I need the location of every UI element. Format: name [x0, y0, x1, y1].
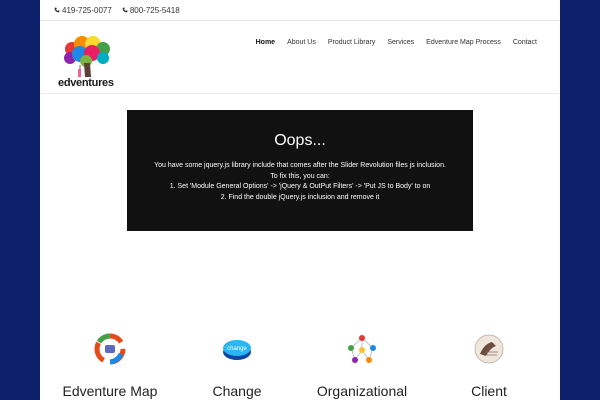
error-message: You have some jquery.js library include …	[127, 161, 473, 203]
logo-wordmark: edventures	[58, 77, 114, 89]
phone-link-2[interactable]: 800-725-5418	[122, 6, 180, 15]
page-container: 419-725-0077 800-725-5418 edventures Hom…	[40, 0, 560, 400]
testimonial-ball-icon	[474, 334, 504, 364]
nav-services[interactable]: Services	[381, 39, 420, 46]
feature-label: Change	[212, 383, 262, 399]
change-button-icon: change	[223, 340, 251, 360]
slider-error-box: Oops... You have some jquery.js library …	[127, 110, 473, 231]
error-line-1: You have some jquery.js library include …	[154, 162, 446, 169]
feature-client[interactable]: Client	[424, 332, 554, 399]
feature-label: Edventure Map	[62, 383, 158, 399]
phone-icon	[122, 7, 128, 13]
feature-organizational[interactable]: Organizational	[297, 332, 427, 399]
feature-edventure-map[interactable]: Edventure Map	[45, 332, 175, 399]
error-line-2: To fix this, you can:	[270, 172, 330, 180]
nav-home[interactable]: Home	[250, 39, 281, 46]
feature-label: Organizational	[316, 383, 408, 399]
phone-link-1[interactable]: 419-725-0077	[54, 6, 112, 15]
error-line-3: 1. Set 'Module General Options' -> 'jQue…	[169, 183, 431, 190]
top-contact-bar: 419-725-0077 800-725-5418	[40, 0, 560, 21]
site-header: edventures Home About Us Product Library…	[40, 21, 560, 94]
nav-product-library[interactable]: Product Library	[322, 39, 381, 46]
error-line-4: 2. Find the double jQuery.js inclusion a…	[220, 193, 380, 201]
nav-about-us[interactable]: About Us	[281, 39, 322, 46]
main-nav: Home About Us Product Library Services E…	[250, 39, 543, 46]
nav-edventure-map-process[interactable]: Edventure Map Process	[420, 39, 507, 46]
phone-icon	[54, 7, 60, 13]
error-title: Oops...	[274, 132, 326, 149]
nav-contact[interactable]: Contact	[507, 39, 543, 46]
cycle-arrows-icon	[94, 333, 126, 365]
phone-number-2: 800-725-5418	[129, 5, 180, 15]
svg-text:change: change	[227, 346, 247, 352]
feature-change[interactable]: change Change	[172, 332, 302, 399]
people-network-icon	[348, 335, 376, 363]
phone-number-1: 419-725-0077	[62, 5, 112, 15]
rainbow-tree-icon	[64, 36, 110, 77]
feature-label: Client	[471, 383, 507, 399]
feature-row: Edventure Map change Change Organization…	[40, 332, 560, 400]
